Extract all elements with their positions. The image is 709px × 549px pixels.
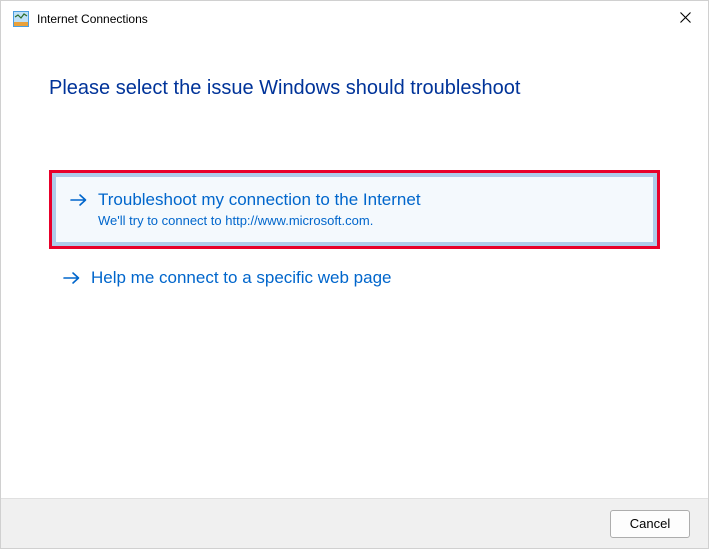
option-troubleshoot-internet[interactable]: Troubleshoot my connection to the Intern… <box>49 170 660 249</box>
option-title: Troubleshoot my connection to the Intern… <box>98 189 639 211</box>
troubleshooter-window: Internet Connections Please select the i… <box>0 0 709 549</box>
option-title: Help me connect to a specific web page <box>91 267 646 289</box>
titlebar: Internet Connections <box>1 1 708 37</box>
content-area: Please select the issue Windows should t… <box>1 37 708 498</box>
close-icon <box>680 12 691 23</box>
option-text: Help me connect to a specific web page <box>91 267 646 289</box>
cancel-button[interactable]: Cancel <box>610 510 690 538</box>
arrow-right-icon <box>63 271 81 285</box>
option-specific-webpage[interactable]: Help me connect to a specific web page <box>49 257 660 299</box>
option-text: Troubleshoot my connection to the Intern… <box>98 189 639 230</box>
option-description: We'll try to connect to http://www.micro… <box>98 213 639 230</box>
arrow-right-icon <box>70 193 88 207</box>
window-title: Internet Connections <box>37 12 148 26</box>
close-button[interactable] <box>662 1 708 33</box>
app-icon <box>13 11 29 27</box>
footer: Cancel <box>1 498 708 548</box>
page-heading: Please select the issue Windows should t… <box>49 77 660 100</box>
